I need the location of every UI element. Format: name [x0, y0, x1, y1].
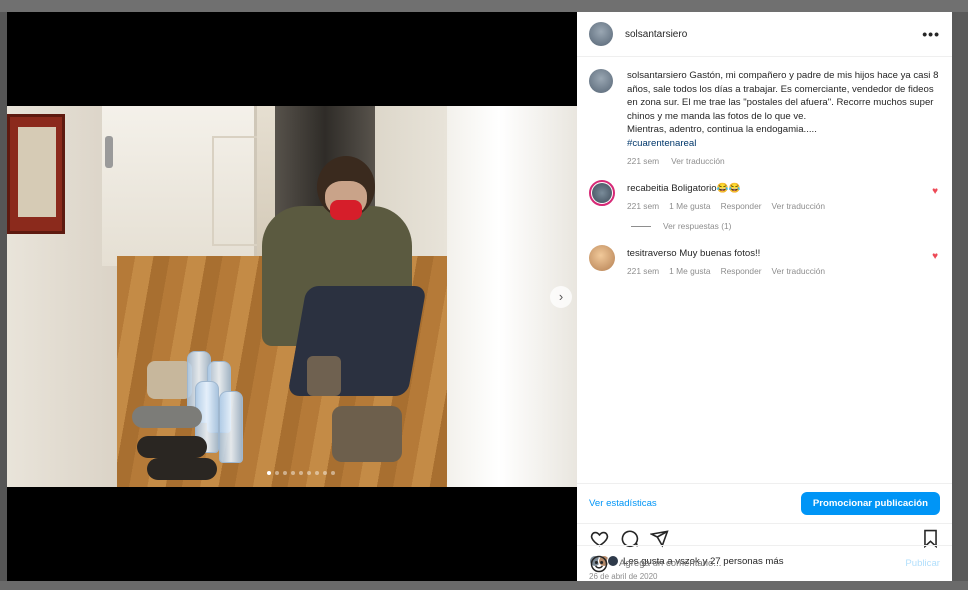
- caption-translate-link[interactable]: Ver traducción: [671, 156, 725, 166]
- photo-boot-left: [307, 356, 341, 396]
- comment-body: recabeitia Boligatorio😂😂 221 sem 1 Me gu…: [627, 180, 940, 211]
- caption-age[interactable]: 221 sem: [627, 156, 659, 166]
- carousel-dot: [299, 471, 303, 475]
- heart-icon[interactable]: ♥: [932, 251, 938, 262]
- comment-content: Muy buenas fotos!!: [679, 248, 761, 259]
- post-photo[interactable]: [7, 106, 577, 487]
- view-replies-label: Ver respuestas (1): [663, 221, 732, 231]
- post-header: solsantarsiero •••: [577, 12, 952, 57]
- caption: solsantarsiero Gastón, mi compañero y pa…: [589, 69, 940, 150]
- view-replies-button[interactable]: Ver respuestas (1): [631, 221, 940, 231]
- caption-avatar[interactable]: [589, 69, 613, 93]
- carousel-dot: [307, 471, 311, 475]
- next-photo-button[interactable]: ›: [550, 286, 572, 308]
- comment-likes[interactable]: 1 Me gusta: [669, 266, 710, 276]
- comment-reply-button[interactable]: Responder: [721, 266, 762, 276]
- post-media: ›: [7, 12, 577, 581]
- caption-text: solsantarsiero Gastón, mi compañero y pa…: [627, 69, 940, 150]
- comment-meta: 221 sem 1 Me gusta Responder Ver traducc…: [627, 266, 940, 276]
- author-username[interactable]: solsantarsiero: [625, 29, 922, 40]
- backdrop-bottom-strip: [0, 581, 968, 590]
- photo-door: [102, 106, 322, 266]
- comments-list: solsantarsiero Gastón, mi compañero y pa…: [577, 57, 952, 483]
- more-horizontal-icon[interactable]: •••: [922, 26, 940, 42]
- comment-text: tesitraverso Muy buenas fotos!!: [627, 245, 940, 260]
- comment-translate-link[interactable]: Ver traducción: [772, 201, 826, 211]
- comment-username[interactable]: tesitraverso: [627, 248, 677, 259]
- photo-door-handle: [105, 136, 113, 168]
- photo-red-mask: [330, 200, 362, 220]
- comment-meta: 221 sem 1 Me gusta Responder Ver traducc…: [627, 201, 940, 211]
- backdrop-top-strip: [0, 0, 968, 12]
- replies-divider: [631, 225, 651, 227]
- carousel-dot: [323, 471, 327, 475]
- comment-item: recabeitia Boligatorio😂😂 221 sem 1 Me gu…: [589, 180, 940, 211]
- caption-hashtag[interactable]: #cuarentenareal: [627, 137, 940, 151]
- photo-bottle: [219, 391, 243, 463]
- caption-meta: 221 sem Ver traducción: [627, 156, 940, 166]
- promote-post-button[interactable]: Promocionar publicación: [800, 492, 940, 515]
- comment-item: tesitraverso Muy buenas fotos!! 221 sem …: [589, 245, 940, 276]
- post-side-panel: solsantarsiero ••• solsantarsiero Gastón…: [577, 12, 952, 581]
- comment-text: recabeitia Boligatorio😂😂: [627, 180, 940, 195]
- emoji-icon[interactable]: [589, 554, 609, 574]
- comment-username[interactable]: recabeitia: [627, 183, 669, 194]
- comment-input[interactable]: [619, 558, 906, 569]
- author-avatar[interactable]: [589, 22, 613, 46]
- carousel-dot: [267, 471, 271, 475]
- carousel-indicator: [267, 471, 335, 475]
- carousel-dot: [331, 471, 335, 475]
- carousel-dot: [275, 471, 279, 475]
- commenter-avatar[interactable]: [589, 180, 615, 206]
- comment-age[interactable]: 221 sem: [627, 266, 659, 276]
- photo-boot-right: [332, 406, 402, 462]
- comment-likes[interactable]: 1 Me gusta: [669, 201, 710, 211]
- carousel-dot: [291, 471, 295, 475]
- photo-shoe: [137, 436, 207, 458]
- comment-translate-link[interactable]: Ver traducción: [772, 266, 826, 276]
- publish-button[interactable]: Publicar: [905, 558, 940, 569]
- photo-fire-box: [7, 114, 65, 234]
- comment-age[interactable]: 221 sem: [627, 201, 659, 211]
- chevron-right-icon: ›: [558, 289, 564, 304]
- commenter-avatar[interactable]: [589, 245, 615, 271]
- carousel-dot: [315, 471, 319, 475]
- photo-bag: [147, 361, 192, 399]
- caption-line-2: Mientras, adentro, continua la endogamia…: [627, 124, 817, 135]
- heart-icon[interactable]: ♥: [932, 186, 938, 197]
- comment-composer: Publicar: [577, 545, 952, 581]
- comment-reply-button[interactable]: Responder: [721, 201, 762, 211]
- post-modal: › solsantarsiero ••• solsantarsiero Gast…: [7, 12, 952, 581]
- view-insights-link[interactable]: Ver estadísticas: [589, 498, 657, 509]
- insights-bar: Ver estadísticas Promocionar publicación: [577, 483, 952, 523]
- caption-username[interactable]: solsantarsiero: [627, 70, 687, 81]
- photo-shoe: [147, 458, 217, 480]
- photo-fire-glass: [18, 127, 56, 217]
- comment-body: tesitraverso Muy buenas fotos!! 221 sem …: [627, 245, 940, 276]
- photo-shoe: [132, 406, 202, 428]
- comment-content: Boligatorio😂😂: [671, 183, 741, 194]
- carousel-dot: [283, 471, 287, 475]
- commenter-avatar-image: [592, 183, 612, 203]
